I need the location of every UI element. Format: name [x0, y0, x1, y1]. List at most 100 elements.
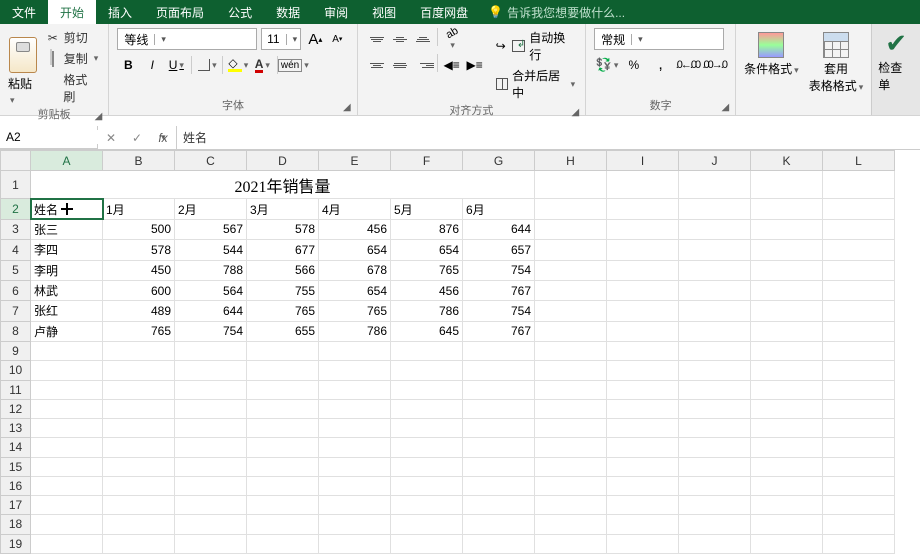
cell[interactable] [535, 342, 607, 361]
data-cell[interactable]: 644 [463, 219, 535, 239]
comma-style-button[interactable]: , [648, 54, 674, 76]
cell[interactable] [679, 301, 751, 321]
row-header-4[interactable]: 4 [1, 240, 31, 260]
cell[interactable] [175, 419, 247, 438]
data-cell[interactable]: 754 [463, 260, 535, 280]
cell[interactable] [679, 361, 751, 380]
cell[interactable] [679, 534, 751, 553]
cell[interactable] [751, 399, 823, 418]
italic-button[interactable]: I [141, 54, 163, 76]
cell[interactable] [31, 457, 103, 476]
decrease-indent-button[interactable]: ◀≡ [441, 54, 463, 76]
formula-input[interactable]: 姓名 [177, 126, 920, 149]
row-header-12[interactable]: 12 [1, 399, 31, 418]
cell[interactable] [175, 496, 247, 515]
tab-file[interactable]: 文件 [0, 0, 48, 24]
cell[interactable] [463, 534, 535, 553]
cell[interactable] [103, 457, 175, 476]
cell[interactable] [31, 399, 103, 418]
cell[interactable] [463, 342, 535, 361]
row-header-8[interactable]: 8 [1, 321, 31, 341]
cell[interactable] [751, 219, 823, 239]
cell[interactable] [31, 534, 103, 553]
row-header-16[interactable]: 16 [1, 476, 31, 495]
row-header-10[interactable]: 10 [1, 361, 31, 380]
cell[interactable] [391, 419, 463, 438]
column-header-L[interactable]: L [823, 151, 895, 171]
row-header-9[interactable]: 9 [1, 342, 31, 361]
cell[interactable] [751, 361, 823, 380]
decrease-decimal-button[interactable]: .00→.0 [701, 54, 727, 76]
column-header-A[interactable]: A [31, 151, 103, 171]
decrease-font-button[interactable]: A▾ [327, 29, 347, 49]
chevron-down-icon[interactable]: ▾ [154, 34, 170, 45]
copy-button[interactable]: 复制▾ [44, 49, 101, 68]
paste-button[interactable]: 粘贴▾ [8, 75, 38, 106]
cell[interactable] [679, 171, 751, 199]
data-cell[interactable]: 张红 [31, 301, 103, 321]
cell[interactable] [463, 380, 535, 399]
align-top-button[interactable] [366, 28, 388, 50]
cell[interactable] [823, 321, 895, 341]
data-cell[interactable]: 456 [319, 219, 391, 239]
chevron-down-icon[interactable]: ▾ [631, 34, 647, 45]
spreadsheet-grid[interactable]: ABCDEFGHIJKL 12021年销售量2姓名1月2月3月4月5月6月3张三… [0, 150, 920, 554]
cell[interactable] [319, 476, 391, 495]
data-cell[interactable]: 654 [319, 240, 391, 260]
cell[interactable] [823, 496, 895, 515]
cell[interactable] [823, 399, 895, 418]
cell[interactable] [175, 380, 247, 399]
cell[interactable] [247, 342, 319, 361]
header-cell[interactable]: 4月 [319, 199, 391, 219]
data-cell[interactable]: 564 [175, 280, 247, 300]
font-size-combo[interactable]: 11▾ [261, 28, 301, 50]
clipboard-dialog-launcher[interactable]: ◢ [95, 111, 103, 122]
cell[interactable] [607, 199, 679, 219]
column-header-B[interactable]: B [103, 151, 175, 171]
cell[interactable] [463, 419, 535, 438]
accept-formula-button[interactable]: ✓ [124, 131, 150, 145]
cell[interactable] [751, 438, 823, 457]
cell[interactable] [247, 496, 319, 515]
format-as-table-button[interactable]: 套用 表格格式▾ [809, 28, 864, 97]
cell[interactable] [823, 301, 895, 321]
increase-font-button[interactable]: A▴ [305, 29, 325, 49]
cell[interactable] [751, 419, 823, 438]
data-cell[interactable]: 765 [103, 321, 175, 341]
data-cell[interactable]: 李明 [31, 260, 103, 280]
cell[interactable] [607, 419, 679, 438]
data-cell[interactable]: 876 [391, 219, 463, 239]
merge-center-button[interactable]: 合并后居中▾ [494, 66, 577, 102]
cell[interactable] [679, 399, 751, 418]
cell[interactable] [463, 515, 535, 534]
wrap-text-button[interactable]: ↪自动换行 [494, 28, 577, 64]
cell[interactable] [679, 438, 751, 457]
cell[interactable] [751, 515, 823, 534]
cell[interactable] [751, 301, 823, 321]
cell[interactable] [319, 515, 391, 534]
cell[interactable] [463, 438, 535, 457]
cell[interactable] [247, 399, 319, 418]
name-box[interactable]: ▾ [0, 126, 98, 149]
cell[interactable] [679, 199, 751, 219]
number-dialog-launcher[interactable]: ◢ [721, 102, 729, 113]
cell[interactable] [607, 219, 679, 239]
cell[interactable] [823, 419, 895, 438]
align-center-button[interactable] [389, 54, 411, 76]
cell[interactable] [247, 438, 319, 457]
cell[interactable] [751, 476, 823, 495]
column-header-H[interactable]: H [535, 151, 607, 171]
cell[interactable] [535, 321, 607, 341]
cell[interactable] [823, 515, 895, 534]
cell[interactable] [823, 240, 895, 260]
cell[interactable] [319, 380, 391, 399]
cell[interactable] [247, 419, 319, 438]
row-header-5[interactable]: 5 [1, 260, 31, 280]
cell[interactable] [463, 361, 535, 380]
cell[interactable] [463, 457, 535, 476]
data-cell[interactable]: 卢静 [31, 321, 103, 341]
data-cell[interactable]: 456 [391, 280, 463, 300]
data-cell[interactable]: 754 [175, 321, 247, 341]
cell[interactable] [247, 476, 319, 495]
cell[interactable] [175, 476, 247, 495]
